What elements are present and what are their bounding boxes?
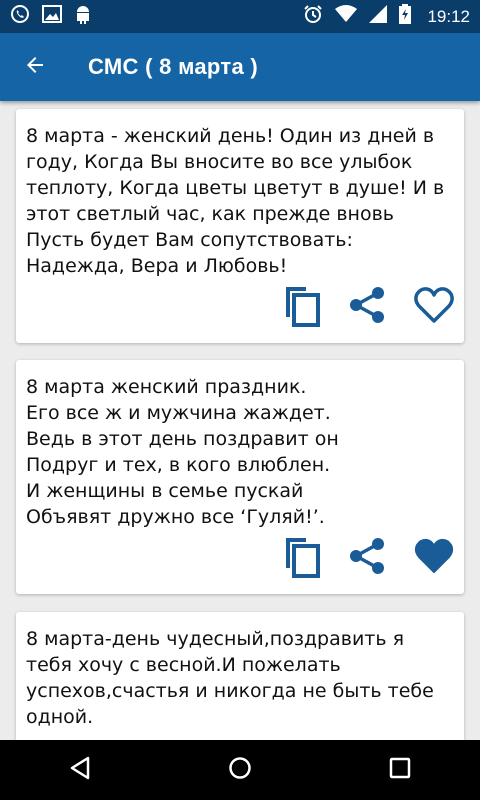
sms-card: 8 марта - женский день! Один из дней в г… [16,109,464,343]
copy-icon [282,283,322,332]
share-icon [348,536,388,581]
alarm-icon [303,4,323,29]
share-button[interactable] [346,285,390,329]
page-title: СМС ( 8 марта ) [88,54,259,79]
android-icon [74,4,92,29]
sms-card: 8 марта-день чудесный,поздравить я тебя … [16,612,464,740]
nav-back-button[interactable] [50,740,110,800]
recents-square-icon [389,757,411,784]
copy-button[interactable] [280,285,324,329]
nav-recents-button[interactable] [370,740,430,800]
navigation-bar [0,740,480,800]
card-actions [280,536,456,580]
sms-text: 8 марта-день чудесный,поздравить я тебя … [26,628,434,728]
clock-time: 19:12 [427,6,470,26]
favorite-button[interactable] [412,536,456,580]
nav-home-button[interactable] [210,740,270,800]
sms-list[interactable]: 8 марта - женский день! Один из дней в г… [0,101,480,740]
signal-icon [369,5,388,28]
share-icon [348,285,388,330]
sms-text: 8 марта женский праздник. Его все ж и му… [26,376,339,528]
viber-icon [10,4,30,29]
image-icon [42,5,62,28]
card-actions [280,285,456,329]
sms-text: 8 марта - женский день! Один из дней в г… [26,125,445,277]
sms-card: 8 марта женский праздник. Его все ж и му… [16,360,464,594]
heart-filled-icon [413,536,455,581]
copy-icon [282,534,322,583]
notification-icons [10,4,92,29]
wifi-icon [335,5,358,28]
status-bar: 19:12 [0,0,480,33]
system-icons: 19:12 [303,4,470,29]
app-bar: СМС ( 8 марта ) [0,33,480,101]
share-button[interactable] [346,536,390,580]
battery-charging-icon [399,4,412,29]
back-triangle-icon [69,756,91,785]
favorite-button[interactable] [412,285,456,329]
home-circle-icon [228,756,252,785]
back-button[interactable] [12,44,58,90]
copy-button[interactable] [280,536,324,580]
heart-outline-icon [413,285,455,330]
arrow-back-icon [23,53,47,82]
